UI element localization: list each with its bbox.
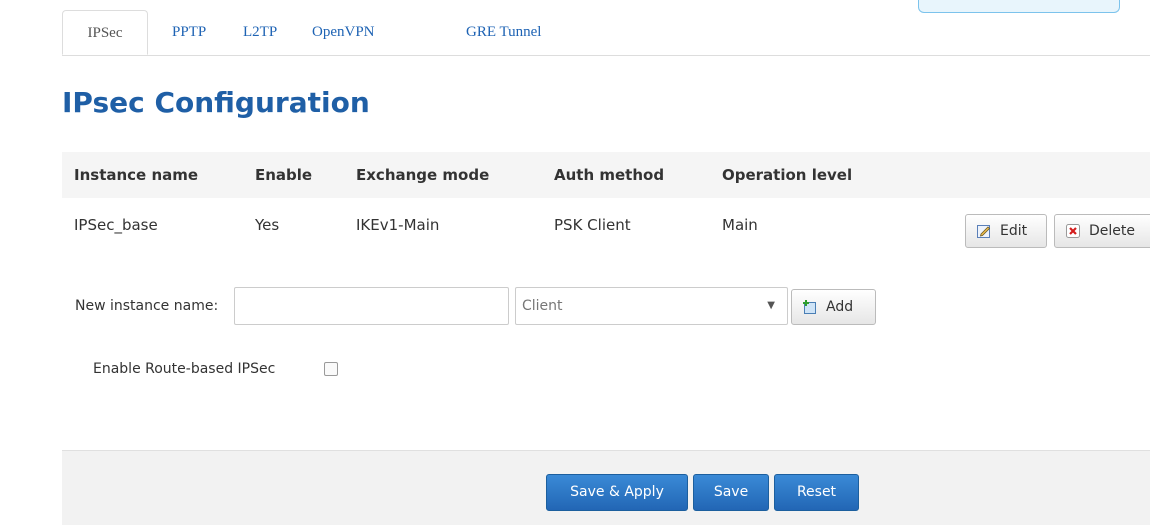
route-based-label: Enable Route-based IPSec xyxy=(93,361,276,377)
reset-button[interactable]: Reset xyxy=(774,474,859,511)
cell-exchange-mode: IKEv1-Main xyxy=(356,216,440,234)
column-header-auth-method: Auth method xyxy=(554,166,665,184)
table-row: IPSec_base Yes IKEv1-Main PSK Client Mai… xyxy=(62,198,1150,256)
tab-gre-tunnel[interactable]: GRE Tunnel xyxy=(466,10,541,55)
new-instance-label: New instance name: xyxy=(75,298,219,314)
cell-operation-level: Main xyxy=(722,216,758,234)
add-icon xyxy=(802,299,818,315)
save-button[interactable]: Save xyxy=(693,474,769,511)
delete-icon xyxy=(1065,223,1081,239)
edit-button-label: Edit xyxy=(1000,223,1028,239)
tab-pptp[interactable]: PPTP xyxy=(172,10,206,55)
tab-openvpn[interactable]: OpenVPN xyxy=(312,10,375,55)
table-header: Instance name Enable Exchange mode Auth … xyxy=(62,152,1150,198)
cell-enable: Yes xyxy=(255,216,280,234)
instance-type-select[interactable]: Client ▼ xyxy=(515,287,788,325)
cell-instance-name: IPSec_base xyxy=(74,216,158,234)
cell-auth-method: PSK Client xyxy=(554,216,631,234)
tab-l2tp[interactable]: L2TP xyxy=(243,10,277,55)
tab-bar: IPSec PPTP L2TP OpenVPN GRE Tunnel xyxy=(62,10,1150,56)
instance-type-selected: Client xyxy=(522,298,563,314)
delete-button[interactable]: Delete xyxy=(1054,214,1150,248)
page-title: IPsec Configuration xyxy=(62,86,370,119)
column-header-exchange-mode: Exchange mode xyxy=(356,166,490,184)
edit-icon xyxy=(976,223,992,239)
dropdown-arrow-icon: ▼ xyxy=(767,300,775,311)
route-based-checkbox[interactable] xyxy=(324,362,338,376)
delete-button-label: Delete xyxy=(1089,223,1135,239)
add-button-label: Add xyxy=(826,299,854,315)
new-instance-name-input[interactable] xyxy=(234,287,509,325)
tab-ipsec[interactable]: IPSec xyxy=(62,10,148,55)
save-apply-button[interactable]: Save & Apply xyxy=(546,474,688,511)
column-header-operation-level: Operation level xyxy=(722,166,853,184)
add-button[interactable]: Add xyxy=(791,289,876,325)
column-header-instance-name: Instance name xyxy=(74,166,199,184)
column-header-enable: Enable xyxy=(255,166,313,184)
edit-button[interactable]: Edit xyxy=(965,214,1047,248)
